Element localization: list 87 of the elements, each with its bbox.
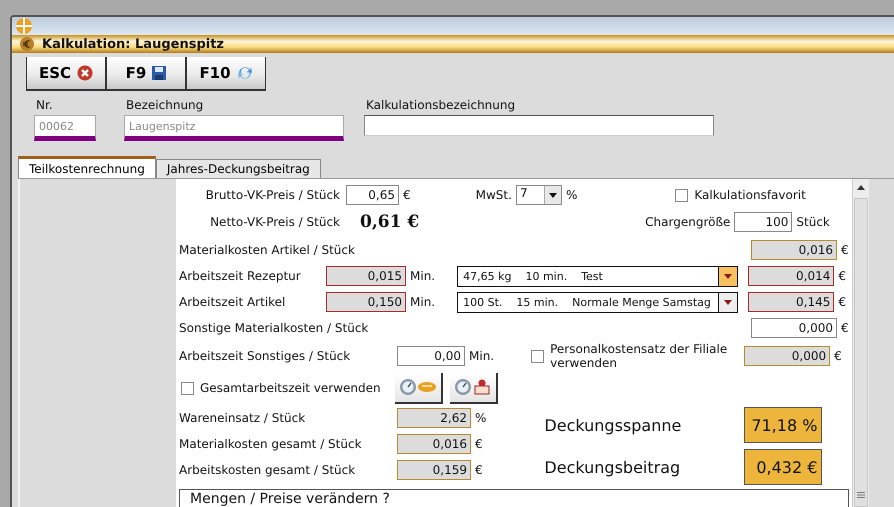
dropdown-arrow-icon: [724, 274, 732, 278]
unit-label: Min.: [410, 295, 436, 309]
time-model-dropdown[interactable]: 47,65 kg 10 min. Test: [457, 266, 738, 286]
dropdown-text: 47,65 kg: [463, 270, 512, 282]
result-field: 0,014: [748, 266, 834, 286]
row-label: Arbeitskosten gesamt / Stück: [179, 463, 356, 477]
row-label: Netto-VK-Preis / Stück: [209, 215, 341, 229]
dropdown-arrow-icon: [724, 300, 732, 304]
row-label: Wareneinsatz / Stück: [179, 411, 306, 425]
scroll-up-icon: [857, 185, 865, 190]
time-model-dropdown[interactable]: 100 St. 15 min. Normale Menge Samstag: [457, 292, 738, 312]
margin-label: Deckungsspanne: [544, 416, 682, 434]
euro-coin-icon: [20, 37, 34, 51]
unit-label: €: [841, 321, 849, 335]
checkbox-label: Gesamtarbeitszeit verwenden: [200, 381, 381, 395]
panel-title: Mengen / Preise verändern ?: [190, 491, 390, 507]
dropdown-button[interactable]: [718, 266, 738, 286]
row-label: Arbeitszeit Sonstiges / Stück: [179, 349, 352, 363]
unit-label: €: [841, 243, 849, 257]
checkbox-label: Personalkostensatz der Filiale verwenden: [550, 342, 728, 370]
result-field: 0,145: [748, 292, 834, 312]
unit-label: Min.: [469, 349, 494, 363]
vat-dropdown[interactable]: 7: [516, 185, 562, 205]
dropdown-text: Normale Menge Samstag: [572, 296, 711, 308]
row-label: Materialkosten Artikel / Stück: [179, 243, 356, 257]
margin-value: 71,18 %: [744, 407, 822, 443]
unit-label: Min.: [410, 269, 436, 283]
dropdown-text: Test: [581, 270, 603, 282]
unit-label: %: [475, 411, 486, 425]
checkbox[interactable]: [181, 382, 194, 394]
result-field: 0,016: [751, 240, 837, 260]
batch-label: Chargengröße: [645, 215, 730, 229]
dropdown-arrow-icon: [548, 192, 557, 198]
result-field[interactable]: 0,000: [751, 318, 837, 338]
field-label: Kalkulationsbezeichnung: [366, 98, 516, 114]
dropdown-text: 10 min.: [525, 270, 568, 282]
field-label: Nr.: [36, 98, 54, 114]
field-label: Bezeichnung: [126, 98, 204, 114]
result-field: 0,159: [397, 460, 471, 480]
row-label: Sonstige Materialkosten / Stück: [179, 321, 370, 335]
dropdown-button[interactable]: [718, 292, 738, 312]
refresh-icon: [236, 65, 253, 81]
tab[interactable]: Teilkostenrechnung: [18, 156, 156, 178]
unit-label: €: [403, 188, 411, 202]
row-label: Materialkosten gesamt / Stück: [179, 437, 363, 451]
row-label: Brutto-VK-Preis / Stück: [204, 188, 341, 202]
refresh-button[interactable]: F10: [186, 57, 266, 91]
checkbox[interactable]: [675, 188, 688, 202]
grip-icon: [857, 492, 865, 498]
price-field[interactable]: 0,65: [346, 185, 399, 205]
save-icon: [152, 66, 166, 80]
margin-label: Deckungsbeitrag: [544, 458, 682, 476]
stopwatch-bread-icon: [398, 378, 437, 396]
close-icon: [77, 65, 94, 81]
save-button[interactable]: F9: [106, 57, 186, 91]
unit-label: €: [838, 269, 846, 283]
unit-label: Stück: [796, 215, 830, 229]
net-price-value: 0,61 €: [360, 212, 420, 232]
row-label: Arbeitszeit Rezeptur: [179, 269, 302, 283]
unit-label: €: [834, 349, 842, 363]
text-field[interactable]: [364, 115, 714, 136]
stopwatch-cake-icon: [454, 378, 492, 396]
tab[interactable]: Jahres-Deckungsbeitrag: [156, 159, 321, 178]
checkbox-label: Kalkulationsfavorit: [694, 188, 806, 202]
scrollbar[interactable]: [852, 179, 869, 507]
dropdown-text: 100 St.: [463, 296, 502, 308]
batch-size-field[interactable]: 100: [734, 212, 792, 232]
dropdown-text: 15 min.: [516, 296, 558, 308]
window-title: Kalkulation: Laugenspitz: [42, 36, 224, 52]
margin-value: 0,432 €: [744, 449, 822, 485]
unit-label: €: [475, 463, 483, 477]
cake-timer-button[interactable]: [450, 372, 498, 404]
unit-label: %: [566, 188, 578, 202]
minutes-field: 0,150: [326, 292, 406, 312]
row-label: Arbeitszeit Artikel: [179, 295, 286, 309]
result-field: 0,000: [744, 346, 830, 366]
result-field: 0,016: [397, 434, 471, 454]
minutes-field[interactable]: 0,00: [397, 346, 465, 366]
unit-label: €: [475, 437, 483, 451]
result-field: 2,62: [397, 408, 471, 428]
minutes-field: 0,015: [326, 266, 406, 286]
bread-timer-button[interactable]: [394, 372, 443, 404]
close-button[interactable]: ESC: [26, 57, 106, 91]
unit-label: €: [838, 295, 846, 309]
vat-label: MwSt.: [476, 188, 512, 202]
app-icon: [14, 17, 34, 35]
checkbox[interactable]: [531, 350, 544, 362]
